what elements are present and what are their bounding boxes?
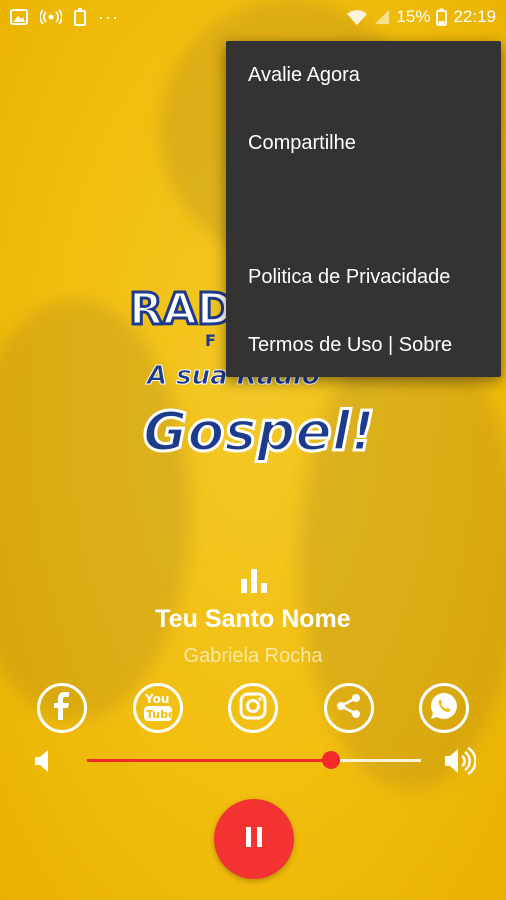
menu-item-share[interactable]: Compartilhe xyxy=(226,113,501,173)
facebook-icon xyxy=(51,691,73,726)
logo-word: Gospel! xyxy=(143,400,375,463)
menu-item-privacy[interactable]: Politica de Privacidade xyxy=(226,247,501,307)
volume-slider[interactable] xyxy=(87,751,421,769)
share-icon xyxy=(335,692,363,725)
equalizer-icon xyxy=(239,565,269,595)
battery-percent: 15% xyxy=(396,7,431,26)
volume-high-icon[interactable] xyxy=(444,746,477,776)
broadcast-icon xyxy=(40,9,62,25)
instagram-button[interactable] xyxy=(228,683,278,733)
volume-thumb[interactable] xyxy=(321,751,340,769)
volume-fill xyxy=(87,759,331,762)
whatsapp-icon xyxy=(429,691,459,726)
svg-text:You: You xyxy=(144,692,169,706)
status-bar: ··· 15% 22:19 xyxy=(0,0,506,34)
instagram-icon xyxy=(239,692,267,725)
volume-low-icon[interactable] xyxy=(34,748,54,774)
pause-icon xyxy=(244,826,264,853)
menu-item-empty[interactable] xyxy=(226,181,501,241)
logo-text-top: RAD xyxy=(129,284,233,335)
signal-icon xyxy=(374,9,390,25)
menu-item-terms[interactable]: Termos de Uso | Sobre xyxy=(226,315,501,375)
track-title: Teu Santo Nome xyxy=(155,605,351,633)
facebook-button[interactable] xyxy=(37,683,87,733)
svg-text:Tube: Tube xyxy=(146,708,175,721)
logo-text-fm: F xyxy=(205,331,216,350)
gallery-icon xyxy=(10,9,28,25)
youtube-button[interactable]: You Tube xyxy=(133,683,183,733)
overflow-menu: Avalie Agora Compartilhe Politica de Pri… xyxy=(226,41,501,377)
whatsapp-button[interactable] xyxy=(419,683,469,733)
track-artist: Gabriela Rocha xyxy=(183,645,323,667)
share-button[interactable] xyxy=(324,683,374,733)
battery-saver-icon xyxy=(74,8,86,26)
overflow-dots: ··· xyxy=(98,6,119,27)
youtube-icon: You Tube xyxy=(141,689,175,728)
menu-item-rate[interactable]: Avalie Agora xyxy=(226,45,501,105)
clock: 22:19 xyxy=(453,7,496,26)
battery-icon xyxy=(436,8,448,26)
wifi-icon xyxy=(346,8,368,26)
pause-button[interactable] xyxy=(214,799,294,879)
